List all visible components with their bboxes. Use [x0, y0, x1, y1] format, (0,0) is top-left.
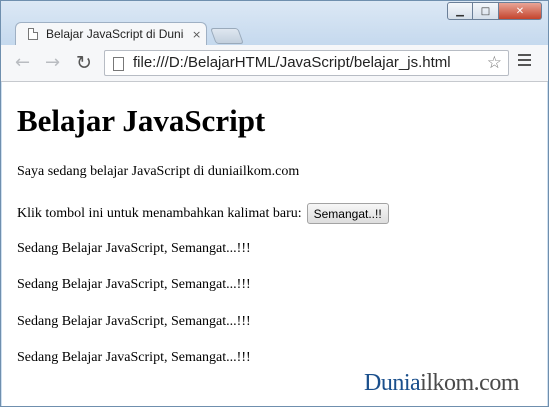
added-line: Sedang Belajar JavaScript, Semangat...!!…	[17, 350, 251, 365]
window-controls: ▁ □ ✕	[447, 2, 542, 20]
back-icon[interactable]: ←	[15, 53, 30, 73]
reload-icon[interactable]: ↻	[76, 53, 92, 73]
semangat-button[interactable]: Semangat..!!	[306, 203, 389, 224]
page-icon	[28, 28, 38, 40]
file-icon	[113, 57, 124, 71]
page-content: Belajar JavaScript Saya sedang belajar J…	[2, 82, 547, 406]
minimize-button[interactable]: ▁	[447, 2, 473, 20]
browser-window: ▁ □ ✕ Belajar JavaScript di Dunia × ← → …	[0, 0, 549, 407]
button-prompt-text: Klik tombol ini untuk menambahkan kalima…	[17, 205, 302, 221]
browser-toolbar: ← → ↻ file:///D:/BelajarHTML/JavaScript/…	[1, 45, 548, 82]
intro-text: Saya sedang belajar JavaScript di duniai…	[17, 164, 300, 179]
bookmark-star-icon[interactable]: ☆	[487, 53, 502, 73]
browser-tab[interactable]: Belajar JavaScript di Dunia ×	[15, 22, 207, 45]
added-line: Sedang Belajar JavaScript, Semangat...!!…	[17, 241, 251, 256]
page-heading: Belajar JavaScript	[17, 103, 266, 138]
address-bar[interactable]: file:///D:/BelajarHTML/JavaScript/belaja…	[104, 50, 509, 76]
tab-close-icon[interactable]: ×	[192, 28, 201, 41]
tab-title: Belajar JavaScript di Dunia	[46, 27, 184, 41]
close-window-button[interactable]: ✕	[499, 2, 542, 20]
menu-icon[interactable]	[518, 54, 531, 69]
title-bar: ▁ □ ✕ Belajar JavaScript di Dunia ×	[1, 1, 548, 45]
added-line: Sedang Belajar JavaScript, Semangat...!!…	[17, 277, 251, 292]
button-row: Klik tombol ini untuk menambahkan kalima…	[17, 203, 389, 224]
duniailkom-watermark: Duniailkom.com	[364, 370, 519, 396]
forward-icon[interactable]: →	[45, 53, 60, 73]
maximize-button[interactable]: □	[473, 2, 499, 20]
new-tab-button[interactable]	[210, 28, 244, 44]
url-text[interactable]: file:///D:/BelajarHTML/JavaScript/belaja…	[133, 54, 451, 71]
added-line: Sedang Belajar JavaScript, Semangat...!!…	[17, 314, 251, 329]
